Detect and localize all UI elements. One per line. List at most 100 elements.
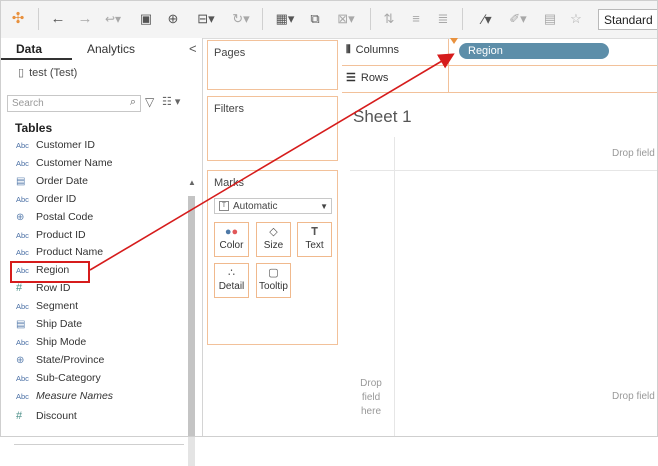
string-icon: Abc <box>16 373 29 383</box>
swap-icon[interactable]: ⇅ <box>378 9 400 29</box>
pages-shelf[interactable]: Pages <box>207 40 338 90</box>
string-icon: Abc <box>16 337 29 347</box>
size-button[interactable]: ◇ Size <box>256 222 291 257</box>
string-icon: Abc <box>16 248 29 258</box>
sheet-title[interactable]: Sheet 1 <box>353 107 412 127</box>
text-button[interactable]: 𝐓 Text <box>297 222 332 257</box>
columns-text: Columns <box>355 44 400 56</box>
field-item[interactable]: ⊕ Postal Code <box>16 209 191 226</box>
field-item[interactable]: Abc Product Name <box>16 244 191 261</box>
redo-icon[interactable]: ↩▾ <box>101 9 125 29</box>
field-item[interactable]: Abc Customer ID <box>16 137 191 154</box>
sort-asc-icon[interactable]: ≡ <box>405 9 427 29</box>
duplicate-icon[interactable]: ⧉ <box>305 9 325 29</box>
sheet-gridline-vertical <box>394 137 395 437</box>
field-item[interactable]: Abc Product ID <box>16 227 191 244</box>
pin-icon[interactable]: ☆ <box>566 9 586 29</box>
mark-type-icon: T <box>219 201 229 211</box>
globe-icon: ⊕ <box>16 211 25 223</box>
string-icon: Abc <box>16 141 29 150</box>
highlight-icon[interactable]: ∕▾ <box>472 9 502 29</box>
tableau-logo-icon[interactable]: ✣ <box>8 9 28 29</box>
field-name: Row ID <box>36 282 71 295</box>
string-icon: Abc <box>16 230 29 240</box>
drop-field-columns[interactable]: Drop field <box>612 148 655 159</box>
detail-button[interactable]: ∴ Detail <box>214 263 249 298</box>
search-input[interactable]: Search ⌕ <box>7 95 141 112</box>
mark-type-select[interactable]: T Automatic ▼ <box>214 198 332 214</box>
field-name: Measure Names <box>36 389 114 402</box>
color-icon: ●● <box>224 226 239 238</box>
field-item[interactable]: # Discount <box>16 408 191 425</box>
view-options-icon[interactable]: ☷ ▾ <box>162 95 180 108</box>
search-icon: ⌕ <box>129 96 136 108</box>
drop-field-rows[interactable]: Drop field here <box>356 377 386 419</box>
datasource-icon[interactable]: ⊟▾ <box>192 9 220 29</box>
text-icon: 𝐓 <box>310 226 319 238</box>
clear-icon[interactable]: ⊠▾ <box>329 9 363 29</box>
new-datasource-icon[interactable]: ⊕ <box>163 9 183 29</box>
annotate-icon[interactable]: ✐▾ <box>505 9 531 29</box>
forward-icon[interactable]: → <box>75 9 95 29</box>
string-icon: Abc <box>16 158 29 168</box>
field-item[interactable]: Abc Measure Names <box>16 388 191 405</box>
sheet-gridline-horizontal <box>350 170 658 171</box>
field-item[interactable]: Abc Segment <box>16 298 191 315</box>
field-name: Order ID <box>36 192 77 205</box>
field-item[interactable]: Abc Customer Name <box>16 155 191 172</box>
globe-icon: ⊕ <box>16 354 25 366</box>
size-label: Size <box>263 240 284 251</box>
save-icon[interactable]: ▣ <box>137 9 155 29</box>
tooltip-icon: ▢ <box>268 267 279 279</box>
field-name: Customer ID <box>36 139 95 151</box>
string-icon: Abc <box>16 302 29 312</box>
field-item[interactable]: ▤ Ship Date <box>16 316 191 333</box>
field-name: Product ID <box>36 228 86 241</box>
field-name: Customer Name <box>36 156 113 169</box>
field-item[interactable]: ⊕ State/Province <box>16 352 191 369</box>
size-icon: ◇ <box>269 226 278 238</box>
sort-desc-icon[interactable]: ≣ <box>432 9 454 29</box>
field-name: Segment <box>36 300 79 313</box>
field-item[interactable]: Abc Sub-Category <box>16 370 191 387</box>
rows-shelf[interactable]: ☰ Rows <box>342 66 658 93</box>
filters-shelf[interactable]: Filters <box>207 96 338 161</box>
field-name: Ship Mode <box>36 335 87 348</box>
tab-data[interactable]: Data <box>16 42 42 56</box>
field-name: Product Name <box>36 246 104 259</box>
tables-header: Tables <box>15 121 53 135</box>
field-name: Discount <box>36 409 77 422</box>
field-name: State/Province <box>36 353 105 366</box>
tooltip-button[interactable]: ▢ Tooltip <box>256 263 291 298</box>
filters-title: Filters <box>214 103 244 115</box>
date-icon: ▤ <box>16 175 26 187</box>
color-button[interactable]: ●● Color <box>214 222 249 257</box>
field-item[interactable]: Abc Ship Mode <box>16 334 191 351</box>
field-item[interactable]: ▤ Order Date <box>16 173 191 190</box>
datasource-item[interactable]: ▯ test (Test) <box>18 66 77 79</box>
field-name: Ship Date <box>36 318 83 330</box>
view-size-select[interactable]: Standard <box>598 9 658 30</box>
labels-icon[interactable]: ▤ <box>540 9 560 29</box>
detail-label: Detail <box>218 281 245 292</box>
columns-icon: ⫴ <box>346 44 351 56</box>
columns-label: ⫴ Columns <box>346 44 399 57</box>
new-sheet-icon[interactable]: ▦▾ <box>268 9 302 29</box>
drop-indicator-icon <box>450 38 458 44</box>
refresh-icon[interactable]: ↻▾ <box>224 9 258 29</box>
shelf-divider <box>448 39 449 93</box>
drop-field-view[interactable]: Drop field <box>612 391 655 402</box>
detail-icon: ∴ <box>228 267 235 279</box>
tab-analytics[interactable]: Analytics <box>87 42 135 56</box>
collapse-pane-icon[interactable]: < <box>189 41 197 56</box>
color-label: Color <box>219 240 244 251</box>
toolbar-separator <box>262 8 263 30</box>
field-item[interactable]: Abc Order ID <box>16 191 191 208</box>
back-icon[interactable]: ← <box>48 9 68 29</box>
date-icon: ▤ <box>16 319 26 330</box>
region-pill[interactable]: Region <box>459 43 609 59</box>
marks-card: Marks T Automatic ▼ ●● Color ◇ Size 𝐓 Te… <box>207 170 338 345</box>
toolbar-separator <box>462 8 463 30</box>
database-icon: ▯ <box>18 67 25 79</box>
filter-icon[interactable]: ▽ <box>145 95 154 109</box>
